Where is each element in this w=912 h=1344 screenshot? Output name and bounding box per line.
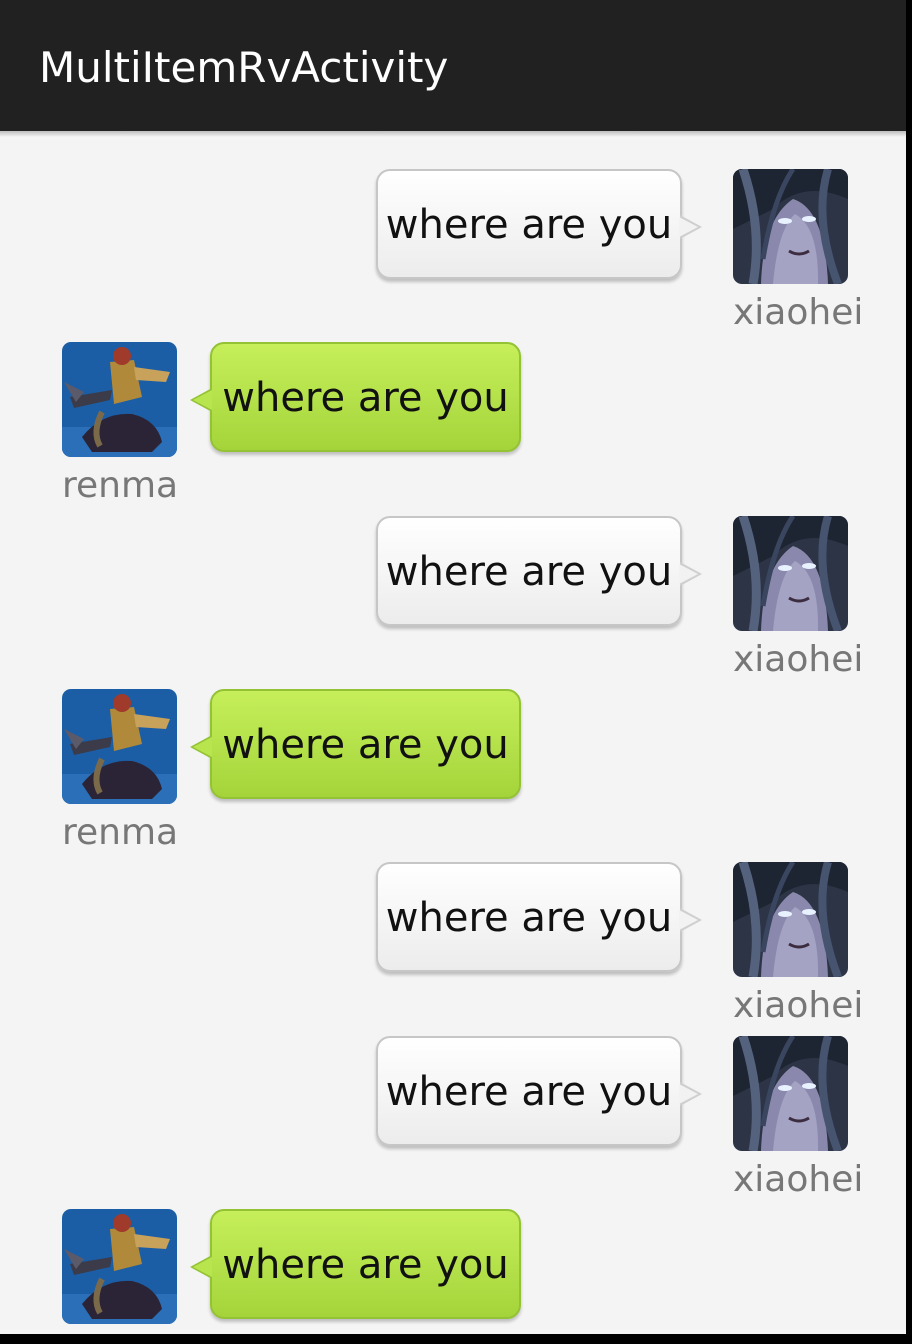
message-bubble[interactable]: where are you [376,516,702,626]
bubble-tail [190,388,212,412]
screen-edge [906,0,912,1344]
message-text: where are you [222,722,509,768]
message-row-outgoing[interactable]: where are you xiaohei [0,131,906,333]
message-list[interactable]: where are you xiaohei where are you renm… [0,131,906,1334]
message-text: where are you [222,375,509,421]
app-screen: MultiItemRvActivity where are you xiaohe… [0,0,912,1344]
action-bar: MultiItemRvActivity [0,0,906,131]
bubble-tail [679,1082,702,1106]
night-elf-avatar-icon[interactable] [733,862,848,977]
warrior-avatar-icon[interactable] [62,689,177,804]
message-row-outgoing[interactable]: where are you xiaohei [0,478,906,680]
bubble-tail [190,1255,212,1279]
page-title: MultiItemRvActivity [39,43,449,92]
night-elf-avatar-icon[interactable] [733,516,848,631]
bubble-tail [679,908,702,932]
bubble-tail [679,562,702,586]
message-row-outgoing[interactable]: where are you xiaohei [0,998,906,1200]
message-text: where are you [222,1242,509,1288]
night-elf-avatar-icon[interactable] [733,1036,848,1151]
message-text: where are you [385,1069,673,1115]
message-text: where are you [385,549,673,595]
bubble-tail [190,735,212,759]
message-bubble[interactable]: where are you [190,342,521,452]
action-bar-shadow [0,131,906,137]
message-row-incoming[interactable]: where are you [0,1171,906,1334]
message-text: where are you [385,895,673,941]
message-row-incoming[interactable]: where are you renma [0,304,906,506]
warrior-avatar-icon[interactable] [62,1209,177,1324]
message-row-outgoing[interactable]: where are you xiaohei [0,824,906,1026]
message-text: where are you [385,202,673,248]
message-bubble[interactable]: where are you [190,1209,521,1319]
message-bubble[interactable]: where are you [376,169,702,279]
message-bubble[interactable]: where are you [190,689,521,799]
night-elf-avatar-icon[interactable] [733,169,848,284]
message-bubble[interactable]: where are you [376,1036,702,1146]
warrior-avatar-icon[interactable] [62,342,177,457]
message-bubble[interactable]: where are you [376,862,702,972]
bubble-tail [679,215,702,239]
message-row-incoming[interactable]: where are you renma [0,651,906,853]
